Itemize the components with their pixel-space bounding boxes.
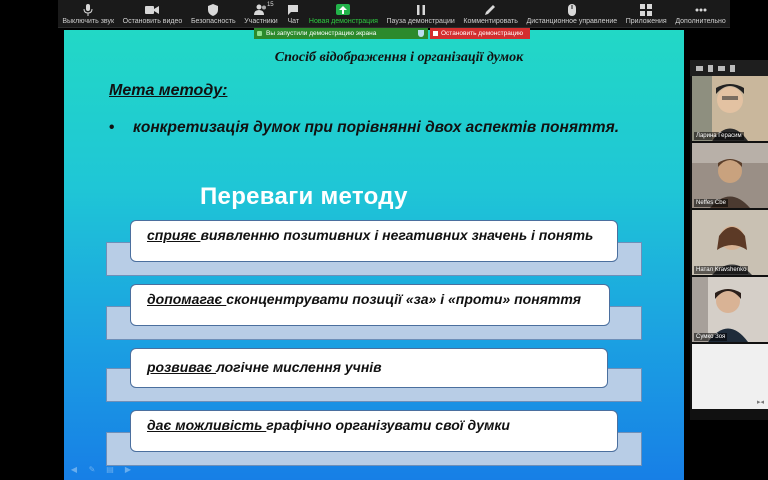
participant-name: Натал Kravshenko <box>694 266 749 274</box>
slide-nav: ◀ ✎ ▤ ▶ <box>68 466 134 474</box>
shared-slide: Спосіб відображення і організації думок … <box>64 30 684 480</box>
pen-icon[interactable]: ✎ <box>86 466 98 474</box>
video-panel: Ларина Герасим Neffes Cbe Натал Kravshen… <box>690 60 768 420</box>
remote-control-label: Дистанционное управление <box>526 18 618 25</box>
stop-share-label: Остановить демонстрацию <box>441 30 524 37</box>
stop-icon <box>433 31 438 36</box>
scroll-arrows-icon[interactable]: ▸◂ <box>757 398 764 406</box>
next-slide-icon[interactable]: ▶ <box>122 466 134 474</box>
advantage-box: дає можливість графічно організувати сво… <box>130 410 618 452</box>
more-icon <box>694 3 708 16</box>
participant-tile[interactable]: Натал Kravshenko <box>692 210 768 275</box>
pencil-icon <box>484 3 498 16</box>
share-status-text: Вы запустили демонстрацию экрана <box>266 30 377 37</box>
goal-text: конкретизація думок при порівнянні двох … <box>133 119 620 136</box>
pause-icon <box>414 3 428 16</box>
participant-tile[interactable]: Neffes Cbe <box>692 143 768 208</box>
apps-button[interactable]: Приложения <box>621 0 671 26</box>
menu-icon[interactable]: ▤ <box>104 466 116 474</box>
pause-share-button[interactable]: Пауза демонстрации <box>382 0 459 26</box>
advantages-heading: Переваги методу <box>200 183 408 210</box>
microphone-icon <box>81 3 95 16</box>
more-label: Дополнительно <box>675 18 726 25</box>
participants-count: 15 <box>266 2 274 8</box>
advantage-box: розвиває логічне мислення учнів <box>130 348 608 388</box>
new-share-label: Новая демонстрация <box>308 18 378 25</box>
video-camera-icon <box>145 3 160 16</box>
meeting-toolbar: Выключить звук Остановить видео Безопасн… <box>58 0 730 28</box>
advantage-text: сконцентрувати позиції «за» і «проти» по… <box>226 291 582 307</box>
advantage-box: допомагає сконцентрувати позиції «за» і … <box>130 284 610 326</box>
prev-slide-icon[interactable]: ◀ <box>68 466 80 474</box>
share-status-icon <box>257 31 262 36</box>
stop-share-button[interactable]: Остановить демонстрацию <box>430 28 530 39</box>
minimize-icon[interactable] <box>696 65 703 71</box>
participants-icon <box>253 3 268 16</box>
more-button[interactable]: Дополнительно <box>671 0 730 26</box>
goal-heading: Мета методу: <box>109 82 228 99</box>
advantage-lead: сприяє <box>147 227 201 243</box>
advantage-text: виявленню позитивних і негативних значен… <box>200 227 594 243</box>
advantage-lead: розвиває <box>147 359 217 375</box>
share-screen-icon <box>336 3 351 16</box>
security-button[interactable]: Безопасность <box>187 0 240 26</box>
gallery-icon[interactable] <box>718 65 725 71</box>
advantage-text: логічне мислення учнів <box>216 359 382 375</box>
apps-label: Приложения <box>625 18 667 25</box>
goal-bullet-item: • конкретизація думок при порівнянні дво… <box>109 116 649 139</box>
chat-icon <box>286 3 300 16</box>
participant-tile-empty: ▸◂ <box>692 344 768 409</box>
stop-video-button[interactable]: Остановить видео <box>118 0 186 26</box>
bullet-dot: • <box>109 119 115 136</box>
chat-button[interactable]: Чат <box>282 0 305 26</box>
chat-label: Чат <box>287 18 300 25</box>
annotate-label: Комментировать <box>463 18 518 25</box>
participant-name: Сумко Зоя <box>694 333 728 341</box>
shield-icon <box>206 3 220 16</box>
remote-control-button[interactable]: Дистанционное управление <box>522 0 621 26</box>
participant-tile[interactable]: Ларина Герасим <box>692 76 768 141</box>
participants-label: Участники <box>244 18 278 25</box>
share-banner: Вы запустили демонстрацию экрана Останов… <box>254 28 530 39</box>
apps-icon <box>639 3 653 16</box>
participant-name: Neffes Cbe <box>694 199 728 207</box>
layout-icon[interactable] <box>708 64 713 72</box>
security-label: Безопасность <box>190 18 236 25</box>
mute-button[interactable]: Выключить звук <box>58 0 118 26</box>
participant-name: Ларина Герасим <box>694 132 744 140</box>
expand-icon[interactable] <box>730 64 735 72</box>
advantage-lead: дає можливість <box>147 417 267 433</box>
new-share-button[interactable]: Новая демонстрация <box>305 0 383 26</box>
mute-label: Выключить звук <box>62 18 115 25</box>
shield-icon <box>418 30 424 37</box>
pause-share-label: Пауза демонстрации <box>386 18 455 25</box>
zoom-window: Выключить звук Остановить видео Безопасн… <box>0 0 768 480</box>
share-status: Вы запустили демонстрацию экрана <box>254 28 428 39</box>
advantage-box: сприяє виявленню позитивних і негативних… <box>130 220 618 262</box>
advantage-lead: допомагає <box>147 291 227 307</box>
participant-tile[interactable]: Сумко Зоя <box>692 277 768 342</box>
mouse-icon <box>565 3 579 16</box>
advantage-text: графічно організувати свої думки <box>266 417 510 433</box>
stop-video-label: Остановить видео <box>122 18 183 25</box>
panel-header <box>690 60 768 76</box>
annotate-button[interactable]: Комментировать <box>459 0 522 26</box>
participants-button[interactable]: 15 Участники <box>240 0 282 26</box>
slide-title: Спосіб відображення і організації думок <box>274 50 524 65</box>
